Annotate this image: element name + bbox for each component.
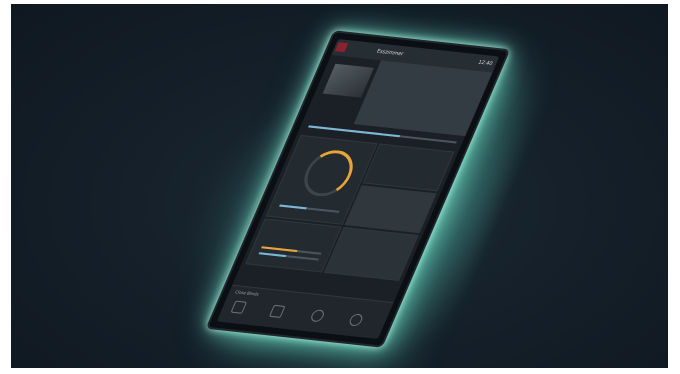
bulb-icon — [309, 309, 326, 323]
bottom-nav: Close Blinds — [216, 284, 394, 340]
building-icon — [268, 304, 286, 318]
blinds-label: Close Blinds — [234, 289, 260, 297]
thermostat-ring — [296, 148, 361, 199]
room-panel — [353, 60, 493, 137]
room-title: Esszimmer — [375, 48, 405, 58]
climate-slider — [279, 204, 340, 213]
clock: 12:40 — [477, 59, 494, 68]
camera-tile — [344, 185, 437, 234]
media-tile — [362, 143, 455, 192]
alert-indicator — [334, 42, 349, 53]
product-photo: Esszimmer 12:40 Close Blinds — [11, 4, 668, 368]
home-icon — [230, 300, 248, 314]
gear-icon — [347, 313, 365, 327]
